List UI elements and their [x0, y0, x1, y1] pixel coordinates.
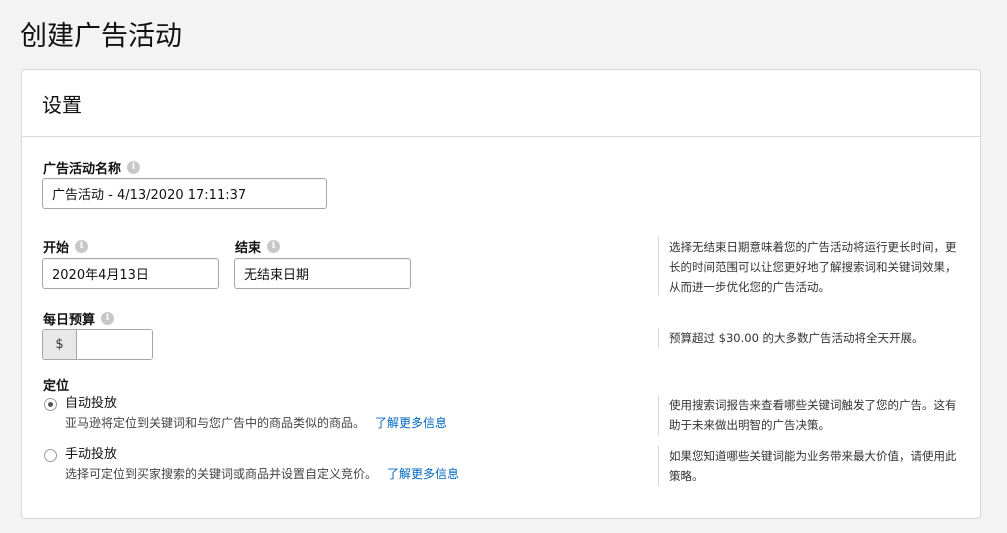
start-date-input[interactable]: 2020年4月13日	[42, 258, 219, 289]
auto-targeting-title: 自动投放	[65, 396, 118, 411]
daily-budget-field: $	[42, 329, 153, 360]
budget-label: 每日预算	[43, 313, 96, 328]
manual-targeting-desc-row: 选择可定位到买家搜索的关键词或商品并设置自定义竞价。 了解更多信息	[65, 464, 459, 484]
campaign-name-label: 广告活动名称	[43, 162, 122, 177]
manual-targeting-title: 手动投放	[65, 447, 118, 462]
budget-label-row: 每日预算 i	[43, 309, 115, 328]
start-label-row: 开始 i	[43, 237, 89, 256]
end-label-row: 结束 i	[235, 237, 281, 256]
auto-targeting-option[interactable]: 自动投放 亚马逊将定位到关键词和与您广告中的商品类似的商品。 了解更多信息	[44, 395, 447, 433]
campaign-name-label-row: 广告活动名称 i	[43, 158, 141, 177]
manual-targeting-desc: 选择可定位到买家搜索的关键词或商品并设置自定义竞价。	[65, 467, 378, 481]
campaign-name-input[interactable]: 广告活动 - 4/13/2020 17:11:37	[42, 178, 327, 209]
daily-budget-input[interactable]	[77, 330, 152, 359]
manual-targeting-option[interactable]: 手动投放 选择可定位到买家搜索的关键词或商品并设置自定义竞价。 了解更多信息	[44, 446, 459, 484]
start-label: 开始	[43, 241, 70, 256]
targeting-label: 定位	[43, 379, 70, 394]
settings-card: 设置 广告活动名称 i 广告活动 - 4/13/2020 17:11:37 开始…	[21, 69, 981, 519]
settings-header: 设置	[42, 92, 82, 117]
auto-targeting-radio[interactable]	[44, 398, 57, 411]
manual-learn-more-link[interactable]: 了解更多信息	[387, 467, 459, 481]
end-date-input[interactable]: 无结束日期	[234, 258, 411, 289]
currency-prefix: $	[43, 330, 77, 359]
info-icon[interactable]: i	[101, 312, 115, 325]
info-icon[interactable]: i	[127, 161, 141, 174]
page-title: 创建广告活动	[20, 21, 182, 52]
auto-targeting-desc-row: 亚马逊将定位到关键词和与您广告中的商品类似的商品。 了解更多信息	[65, 413, 447, 433]
settings-card-header: 设置	[22, 70, 980, 137]
auto-targeting-desc: 亚马逊将定位到关键词和与您广告中的商品类似的商品。	[65, 416, 366, 430]
auto-learn-more-link[interactable]: 了解更多信息	[375, 416, 447, 430]
auto-targeting-hint: 使用搜索词报告来查看哪些关键词触发了您的广告。这有助于未来做出明智的广告决策。	[658, 395, 962, 435]
info-icon[interactable]: i	[75, 240, 89, 253]
date-hint: 选择无结束日期意味着您的广告活动将运行更长时间，更长的时间范围可以让您更好地了解…	[658, 237, 962, 295]
manual-targeting-hint: 如果您知道哪些关键词能为业务带来最大价值，请使用此策略。	[658, 446, 962, 486]
budget-hint: 预算超过 $30.00 的大多数广告活动将全天开展。	[658, 328, 962, 348]
info-icon[interactable]: i	[267, 240, 281, 253]
manual-targeting-radio[interactable]	[44, 449, 57, 462]
end-label: 结束	[235, 241, 262, 256]
